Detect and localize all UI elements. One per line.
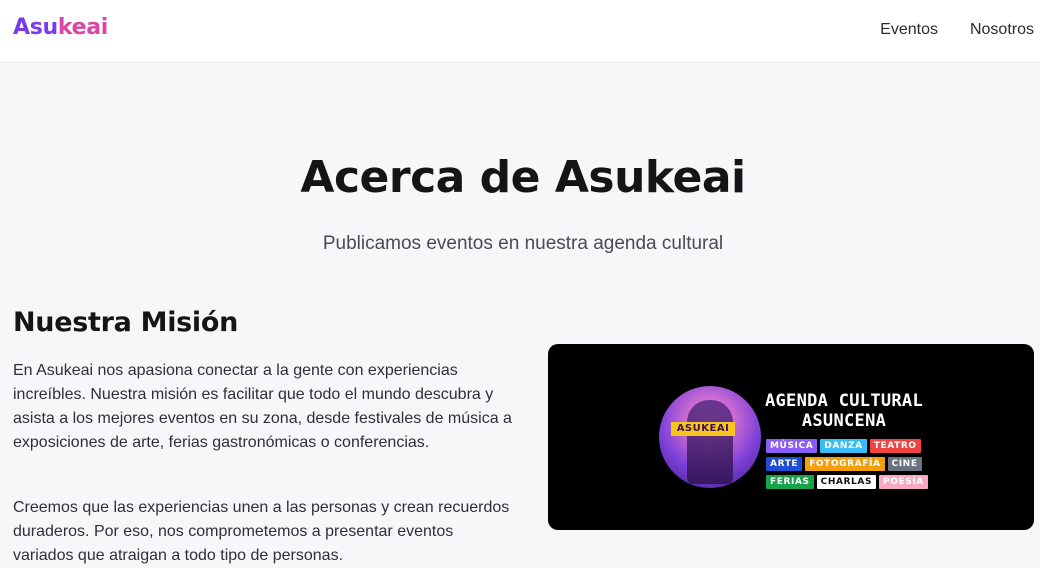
top-navbar: Asukeai Eventos Nosotros <box>0 0 1040 63</box>
category-chip: ARTE <box>766 457 803 471</box>
category-chip: POESÍA <box>879 475 928 489</box>
category-chips: MÚSICA DANZA TEATRO ARTE FOTOGRAFÍA CINE FERIA… <box>766 439 936 489</box>
category-chip: FERIAS <box>766 475 814 489</box>
category-chip: TEATRO <box>869 439 921 453</box>
category-chip: CINE <box>887 457 922 471</box>
mission-heading: Nuestra Misión <box>13 307 239 338</box>
asukeai-logo-circle: ASUKEAI <box>659 386 761 488</box>
banner-title: AGENDA CULTURAL ASUNCENA <box>764 391 924 431</box>
brand-name-part1: Asu <box>13 15 58 40</box>
figure-illustration <box>687 400 733 484</box>
agenda-banner-image: ASUKEAI AGENDA CULTURAL ASUNCENA MÚSICA D… <box>548 344 1034 530</box>
nav-link-nosotros[interactable]: Nosotros <box>970 21 1034 39</box>
category-chip: DANZA <box>820 439 867 453</box>
mission-paragraph-1: En Asukeai nos apasiona conectar a la ge… <box>13 362 512 451</box>
logo-tag: ASUKEAI <box>671 422 735 436</box>
page-title: Acerca de Asukeai <box>300 152 746 203</box>
page-subtitle: Publicamos eventos en nuestra agenda cul… <box>322 233 724 254</box>
mission-paragraph-2: Creemos que las experiencias unen a las … <box>13 499 510 564</box>
brand-logo[interactable]: Asukeai <box>13 15 108 40</box>
main-nav: Eventos Nosotros <box>880 21 1034 39</box>
category-chip: CHARLAS <box>816 475 877 489</box>
brand-name-part2: keai <box>57 15 109 40</box>
nav-link-eventos[interactable]: Eventos <box>880 21 938 39</box>
category-chip: MÚSICA <box>766 439 818 453</box>
category-chip: FOTOGRAFÍA <box>805 457 885 471</box>
